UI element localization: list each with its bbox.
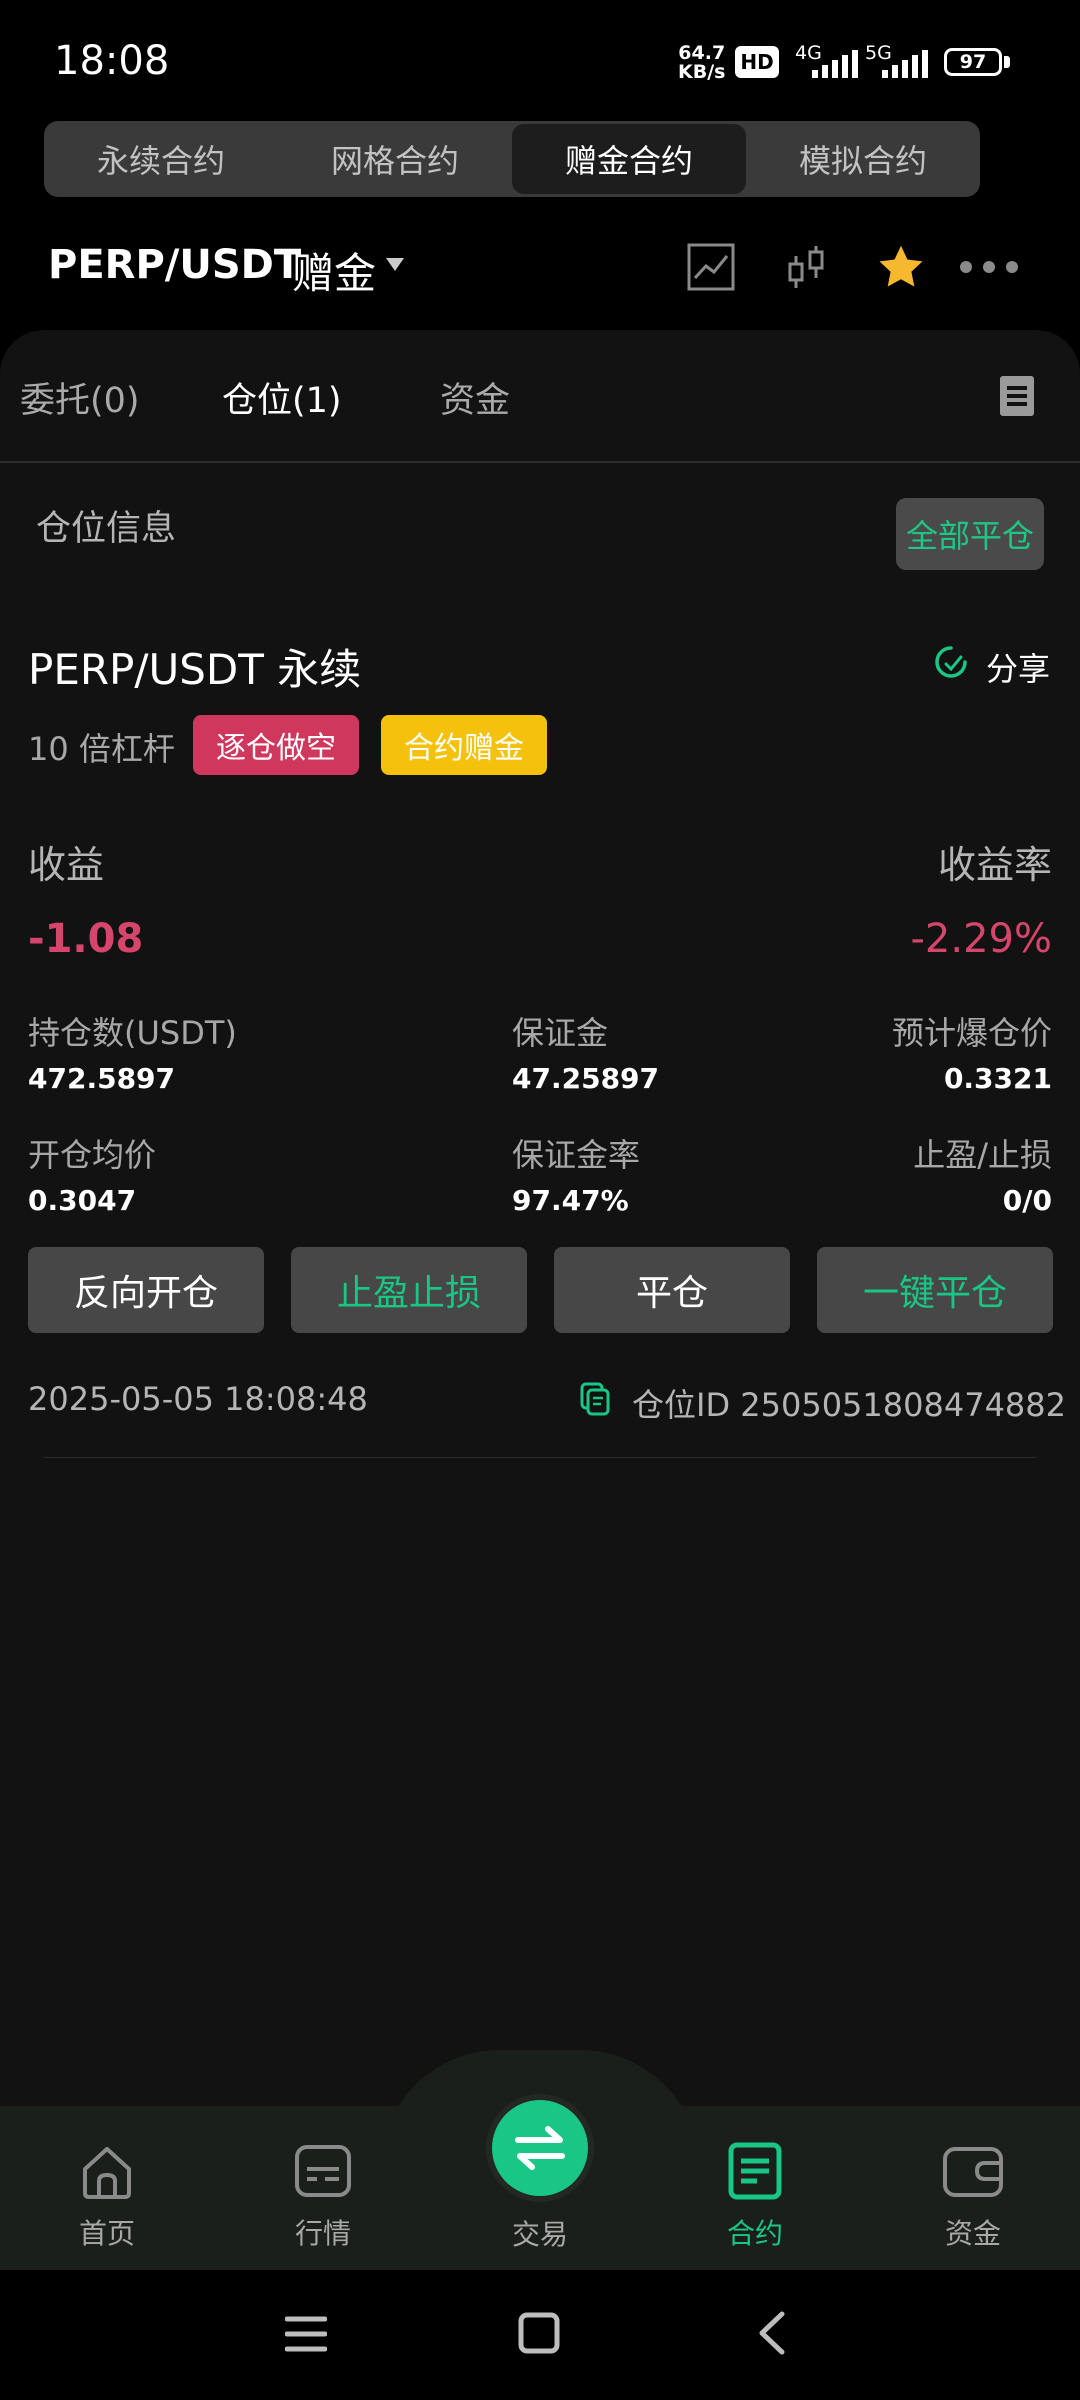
tpsl-value: 0/0 <box>1002 1184 1052 1217</box>
contract-icon <box>728 2142 782 2200</box>
swap-icon <box>515 2126 565 2170</box>
pnl-rate-label: 收益率 <box>937 843 1052 887</box>
copy-icon[interactable] <box>580 1382 610 1416</box>
star-icon[interactable] <box>875 242 927 292</box>
position-id[interactable]: 仓位ID 2505051808474882 <box>632 1380 1066 1426</box>
share-button[interactable]: 分享 <box>986 644 1050 690</box>
share-icon[interactable] <box>934 645 968 679</box>
nav-label: 资金 <box>944 2217 1001 2250</box>
margin-rate-label: 保证金率 <box>512 1136 641 1174</box>
badge-bonus: 合约赠金 <box>381 715 547 775</box>
tpsl-button[interactable]: 止盈止损 <box>291 1247 527 1333</box>
nav-label: 交易 <box>511 2218 568 2251</box>
close-position-button[interactable]: 平仓 <box>554 1247 790 1333</box>
liq-price-label: 预计爆仓价 <box>891 1014 1052 1052</box>
entry-price-label: 开仓均价 <box>28 1136 157 1174</box>
nav-home[interactable]: 首页 <box>52 2136 162 2252</box>
signal-icon <box>812 50 858 78</box>
pair-type[interactable]: 赠金 <box>292 240 376 301</box>
nav-label: 行情 <box>294 2217 351 2250</box>
pnl-rate-value: -2.29% <box>910 916 1052 962</box>
battery-icon: 97 <box>944 48 1002 76</box>
tab-funds[interactable]: 资金 <box>440 372 510 423</box>
hd-badge: HD <box>735 46 779 78</box>
nav-contract[interactable]: 合约 <box>700 2136 810 2252</box>
tpsl-label: 止盈/止损 <box>913 1136 1052 1174</box>
nav-label: 合约 <box>726 2217 783 2250</box>
nav-market[interactable]: 行情 <box>268 2136 378 2252</box>
network-speed: 64.7 KB/s <box>678 44 725 82</box>
margin-rate-value: 97.47% <box>512 1184 629 1217</box>
document-icon[interactable] <box>1000 376 1034 416</box>
status-time: 18:08 <box>54 38 170 84</box>
more-icon[interactable] <box>958 258 1020 276</box>
reverse-open-button[interactable]: 反向开仓 <box>28 1247 264 1333</box>
tab-positions[interactable]: 仓位(1) <box>222 372 342 423</box>
position-datetime: 2025-05-05 18:08:48 <box>28 1380 368 1418</box>
line-chart-icon[interactable] <box>686 242 736 292</box>
candlestick-icon[interactable] <box>784 242 828 292</box>
tab-orders[interactable]: 委托(0) <box>20 372 140 423</box>
home-square-icon[interactable] <box>518 2312 560 2354</box>
entry-price-value: 0.3047 <box>28 1184 137 1217</box>
position-divider <box>44 1457 1036 1458</box>
wallet-icon <box>943 2147 1003 2197</box>
size-label: 持仓数(USDT) <box>28 1014 237 1052</box>
margin-label: 保证金 <box>512 1014 609 1052</box>
margin-value: 47.25897 <box>512 1062 660 1095</box>
tab-perpetual[interactable]: 永续合约 <box>44 121 278 197</box>
position-symbol: PERP/USDT 永续 <box>28 645 362 694</box>
leverage-label: 10 倍杠杆 <box>28 730 175 768</box>
close-all-button[interactable]: 全部平仓 <box>896 498 1044 570</box>
home-icon <box>83 2147 131 2199</box>
nav-trade[interactable]: 交易 <box>485 2213 595 2253</box>
market-icon <box>295 2145 351 2197</box>
pnl-label: 收益 <box>28 843 105 887</box>
tab-divider <box>0 461 1080 463</box>
nav-label: 首页 <box>78 2217 135 2250</box>
quick-close-button[interactable]: 一键平仓 <box>817 1247 1053 1333</box>
section-title: 仓位信息 <box>36 509 177 549</box>
trade-fab[interactable] <box>492 2100 588 2196</box>
position-panel <box>0 330 1080 2110</box>
menu-icon[interactable] <box>285 2314 327 2354</box>
size-value: 472.5897 <box>28 1062 176 1095</box>
speed-unit: KB/s <box>678 61 726 83</box>
contract-type-tabs: 永续合约 网格合约 赠金合约 模拟合约 <box>44 121 980 197</box>
tab-demo[interactable]: 模拟合约 <box>746 121 980 197</box>
nav-wallet[interactable]: 资金 <box>918 2136 1028 2252</box>
tab-grid[interactable]: 网格合约 <box>278 121 512 197</box>
back-icon[interactable] <box>756 2310 788 2356</box>
badge-mode: 逐仓做空 <box>193 715 359 775</box>
pnl-value: -1.08 <box>28 916 144 962</box>
chevron-down-icon[interactable] <box>386 258 404 271</box>
signal-icon <box>882 50 928 78</box>
tab-bonus[interactable]: 赠金合约 <box>512 124 746 194</box>
pair-title[interactable]: PERP/USDT <box>48 242 301 288</box>
battery-tip <box>1004 56 1010 68</box>
liq-price-value: 0.3321 <box>943 1062 1052 1095</box>
